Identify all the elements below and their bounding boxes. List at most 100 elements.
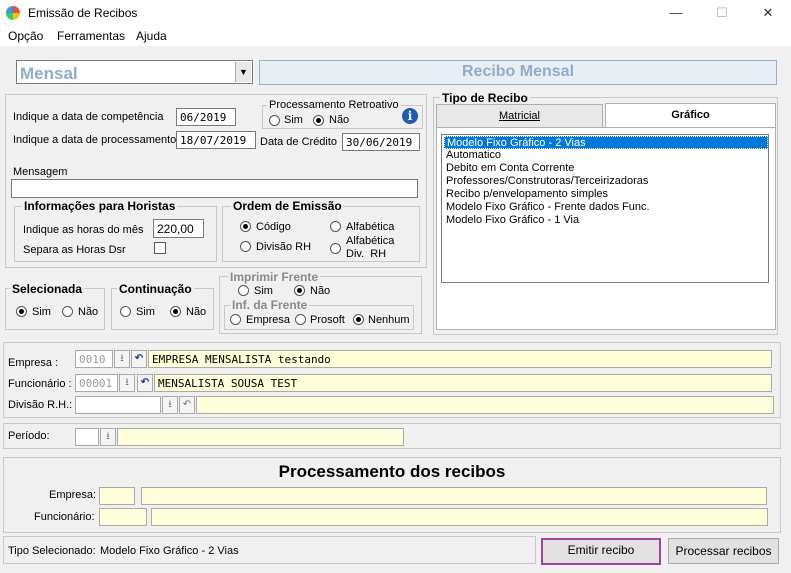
- retroativo-nao-label: Não: [329, 114, 350, 126]
- ordem-group: [222, 206, 420, 262]
- ordem-alfabetica-div-label2: Div. RH: [346, 248, 387, 260]
- periodo-field: [117, 428, 404, 446]
- retroativo-sim-label: Sim: [284, 114, 303, 126]
- ordem-codigo-label: Código: [256, 221, 291, 233]
- periodo-code-input[interactable]: [75, 428, 99, 446]
- continuacao-title: Continuação: [117, 282, 194, 296]
- tipo-recibo-title: Tipo de Recibo: [440, 91, 530, 105]
- list-item[interactable]: Automatico: [444, 149, 501, 162]
- divisao-undo-icon[interactable]: ↶: [179, 396, 195, 414]
- emitir-recibo-button[interactable]: Emitir recibo: [541, 538, 661, 565]
- ordem-alfabetica-radio[interactable]: [330, 221, 341, 232]
- processamento-label: Indique a data de processamento: [13, 134, 177, 146]
- continuacao-nao-radio[interactable]: [170, 306, 181, 317]
- proc-empresa-label: Empresa:: [49, 489, 97, 501]
- periodo-label: Período:: [8, 430, 50, 442]
- selecionada-nao-label: Não: [78, 306, 99, 318]
- credito-input[interactable]: 30/06/2019: [342, 133, 420, 151]
- selecionada-sim-radio[interactable]: [16, 306, 27, 317]
- tipo-recibo-list[interactable]: Modelo Fixo Gráfico - 2 Vias Automatico …: [441, 134, 769, 283]
- ordem-title: Ordem de Emissão: [231, 199, 344, 213]
- status-value: Modelo Fixo Gráfico - 2 Vias: [100, 545, 239, 557]
- recibo-type-value: Mensal: [20, 64, 78, 83]
- proc-funcionario-code: [99, 508, 147, 526]
- empresa-label: Empresa :: [8, 357, 59, 369]
- inf-nenhum-radio[interactable]: [353, 314, 364, 325]
- list-item[interactable]: Debito em Conta Corrente: [444, 162, 574, 175]
- periodo-lookup-icon[interactable]: ⭳: [100, 428, 116, 446]
- divisao-label: Divisão R.H.:: [8, 399, 73, 411]
- inf-prosoft-label: Prosoft: [310, 314, 345, 326]
- funcionario-undo-icon[interactable]: ↶: [137, 374, 153, 392]
- retroativo-nao-radio[interactable]: [313, 115, 324, 126]
- empresa-lookup-icon[interactable]: ⭳: [114, 350, 130, 368]
- proc-funcionario-name: [151, 508, 768, 526]
- tab-matricial[interactable]: Matricial: [436, 104, 603, 128]
- continuacao-nao-label: Não: [186, 306, 207, 318]
- window-title: Emissão de Recibos: [28, 6, 138, 20]
- recibo-type-select[interactable]: Mensal ▼: [16, 60, 253, 84]
- status-label: Tipo Selecionado:: [8, 545, 96, 557]
- continuacao-sim-radio[interactable]: [120, 306, 131, 317]
- chevron-down-icon[interactable]: ▼: [235, 62, 251, 82]
- ordem-alfabetica-div-label1: Alfabética: [346, 235, 395, 247]
- frente-nao-label: Não: [310, 285, 331, 297]
- inf-empresa-radio[interactable]: [230, 314, 241, 325]
- list-item[interactable]: Modelo Fixo Gráfico - 1 Via: [444, 214, 579, 227]
- funcionario-lookup-icon[interactable]: ⭳: [119, 374, 135, 392]
- horistas-title: Informações para Horistas: [22, 199, 178, 213]
- minimize-button[interactable]: —: [653, 0, 699, 26]
- frente-sim-radio[interactable]: [238, 285, 249, 296]
- app-icon: [6, 6, 20, 20]
- recibo-banner: Recibo Mensal: [259, 60, 777, 85]
- close-button[interactable]: ✕: [745, 0, 791, 26]
- credito-label: Data de Crédito: [260, 136, 338, 148]
- empresa-undo-icon[interactable]: ↶: [131, 350, 147, 368]
- list-item[interactable]: Professores/Construtoras/Terceirizadoras: [444, 175, 648, 188]
- menu-bar: Opção Ferramentas Ajuda: [0, 26, 791, 46]
- menu-ferramentas[interactable]: Ferramentas: [57, 29, 125, 43]
- horas-input[interactable]: 220,00: [153, 219, 204, 238]
- ordem-alfabetica-label: Alfabética: [346, 221, 395, 233]
- processamento-input[interactable]: 18/07/2019: [176, 131, 256, 149]
- ordem-codigo-radio[interactable]: [240, 221, 251, 232]
- funcionario-label: Funcionário :: [8, 378, 72, 390]
- divisao-lookup-icon[interactable]: ⭳: [162, 396, 178, 414]
- selecionada-nao-radio[interactable]: [62, 306, 73, 317]
- divisao-name-field: [196, 396, 774, 414]
- tab-grafico[interactable]: Gráfico: [605, 103, 776, 127]
- horas-label: Indique as horas do mês: [23, 224, 144, 236]
- funcionario-name-field: MENSALISTA SOUSA TEST: [154, 374, 772, 392]
- menu-opcao[interactable]: Opção: [8, 29, 43, 43]
- inf-frente-title: Inf. da Frente: [230, 298, 310, 312]
- selecionada-sim-label: Sim: [32, 306, 51, 318]
- ordem-alfabetica-div-radio[interactable]: [330, 243, 341, 254]
- continuacao-sim-label: Sim: [136, 306, 155, 318]
- ordem-divisao-radio[interactable]: [240, 241, 251, 252]
- proc-empresa-name: [141, 487, 767, 505]
- retroativo-sim-radio[interactable]: [269, 115, 280, 126]
- mensagem-input[interactable]: [11, 179, 418, 198]
- maximize-button[interactable]: ☐: [699, 0, 745, 26]
- dsr-label: Separa as Horas Dsr: [23, 244, 126, 256]
- retroativo-title: Processamento Retroativo: [267, 99, 401, 111]
- selecionada-title: Selecionada: [10, 282, 85, 296]
- inf-prosoft-radio[interactable]: [295, 314, 306, 325]
- mensagem-label: Mensagem: [13, 166, 68, 178]
- inf-empresa-label: Empresa: [246, 314, 291, 326]
- menu-ajuda[interactable]: Ajuda: [136, 29, 167, 43]
- info-icon[interactable]: i: [402, 108, 418, 124]
- processar-recibos-button[interactable]: Processar recibos: [668, 538, 779, 564]
- competencia-input[interactable]: 06/2019: [176, 108, 236, 126]
- list-item[interactable]: Modelo Fixo Gráfico - Frente dados Func.: [444, 201, 650, 214]
- proc-empresa-code: [99, 487, 135, 505]
- title-bar: Emissão de Recibos — ☐ ✕: [0, 0, 791, 26]
- divisao-code-input[interactable]: [75, 396, 161, 414]
- inf-nenhum-label: Nenhum: [368, 314, 410, 326]
- list-item[interactable]: Modelo Fixo Gráfico - 2 Vias: [444, 136, 768, 149]
- frente-nao-radio[interactable]: [294, 285, 305, 296]
- funcionario-code-input[interactable]: 00001: [75, 374, 118, 392]
- dsr-checkbox[interactable]: [154, 242, 166, 254]
- list-item[interactable]: Recibo p/envelopamento simples: [444, 188, 608, 201]
- empresa-code-input[interactable]: 0010: [75, 350, 113, 368]
